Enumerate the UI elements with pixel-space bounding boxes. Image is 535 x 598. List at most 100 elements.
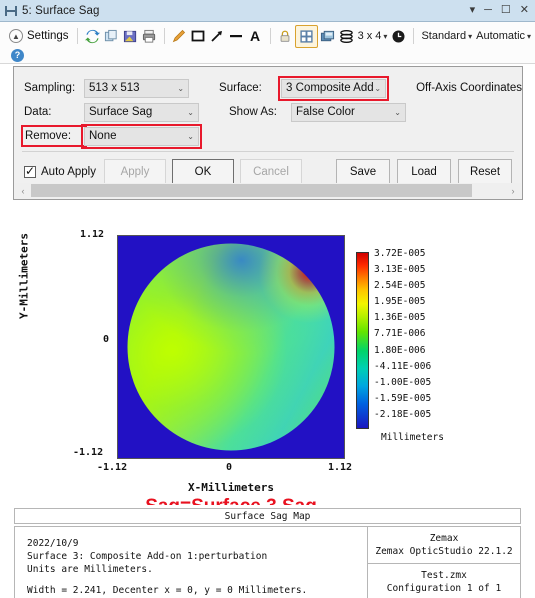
- remove-dropdown[interactable]: None ⌄: [81, 123, 202, 149]
- footer-header-bar: Surface Sag Map: [14, 508, 521, 524]
- colorbar-tick: -1.59E-005: [374, 392, 432, 404]
- show-as-dropdown[interactable]: False Color ⌄: [291, 102, 406, 122]
- sampling-dropdown[interactable]: 513 x 513 ⌄: [84, 78, 190, 98]
- load-button[interactable]: Load: [397, 159, 451, 184]
- ok-button[interactable]: OK: [171, 159, 234, 184]
- chevron-down-icon: ▾: [468, 32, 473, 41]
- chevron-down-icon: ⌄: [374, 83, 382, 93]
- chevron-down-icon: ⌄: [187, 107, 194, 117]
- footer-version: Zemax OpticStudio 22.1.2: [375, 546, 513, 557]
- settings-button-row: Auto Apply Apply OK Cancel Save Load Res…: [24, 159, 512, 184]
- checkbox-box: [24, 164, 36, 178]
- print-icon[interactable]: [140, 27, 159, 46]
- footer-filename: Test.zmx: [421, 570, 467, 581]
- footer-surface-desc: Surface 3: Composite Add-on 1:perturbati…: [27, 551, 268, 562]
- window-controls: ▾ ─ ☐ ✕: [470, 5, 529, 16]
- false-color-map: [117, 235, 345, 459]
- settings-right-buttons: Save Load Reset: [329, 159, 512, 184]
- colorbar-tick: 1.36E-005: [374, 312, 426, 324]
- footer-configuration: Configuration 1 of 1: [386, 583, 502, 594]
- footer-brand: Zemax: [429, 533, 459, 544]
- auto-apply-checkbox[interactable]: Auto Apply: [24, 164, 96, 178]
- auto-apply-label: Auto Apply: [41, 165, 96, 178]
- lock-icon[interactable]: [276, 27, 295, 46]
- close-button[interactable]: ✕: [520, 5, 529, 16]
- arrow-icon[interactable]: [208, 27, 227, 46]
- scroll-right-arrow-icon[interactable]: ›: [505, 186, 521, 196]
- window-title-bar: 5: Surface Sag ▾ ─ ☐ ✕: [0, 0, 535, 22]
- colorbar-tick: 2.54E-005: [374, 280, 426, 292]
- footer-header-text: Surface Sag Map: [224, 510, 311, 522]
- copy-icon[interactable]: [102, 27, 121, 46]
- data-label: Data:: [24, 106, 52, 118]
- data-value: Surface Sag: [89, 106, 153, 118]
- x-axis-label: X-Millimeters: [187, 481, 275, 494]
- dock-pin-icon[interactable]: [4, 4, 18, 18]
- save-button[interactable]: Save: [336, 159, 390, 184]
- x-tick-left: -1.12: [97, 462, 128, 473]
- stack-icon[interactable]: [337, 27, 356, 46]
- settings-row-remove: Remove: None ⌄: [21, 123, 522, 149]
- footer: Surface Sag Map 2022/10/9 Surface 3: Com…: [0, 505, 535, 598]
- svg-text:A: A: [250, 28, 260, 44]
- save-image-icon[interactable]: [121, 27, 140, 46]
- window-menu-caret-icon[interactable]: ▾: [470, 5, 476, 16]
- footer-file-block: Test.zmx Configuration 1 of 1: [368, 564, 520, 595]
- fit-window-button[interactable]: [294, 24, 318, 48]
- standard-label: Standard: [421, 30, 467, 42]
- clock-icon[interactable]: [389, 27, 408, 46]
- footer-info-left: 2022/10/9 Surface 3: Composite Add-on 1:…: [14, 526, 367, 598]
- scroll-left-arrow-icon[interactable]: ‹: [15, 186, 31, 196]
- colorbar-tick: -1.00E-005: [374, 376, 432, 388]
- chevron-up-icon: ▲: [9, 29, 23, 43]
- toolbar-divider: [269, 28, 271, 44]
- colorbar-labels: 3.72E-005 3.13E-005 2.54E-005 1.95E-005 …: [374, 246, 464, 423]
- layers-icon[interactable]: [318, 27, 337, 46]
- help-icon[interactable]: ?: [11, 48, 24, 62]
- settings-horizontal-scrollbar[interactable]: ‹ ›: [15, 183, 521, 198]
- grid-size-selector[interactable]: 3 x 4 ▾: [356, 30, 390, 42]
- automatic-selector[interactable]: Automatic ▾: [474, 30, 533, 42]
- refresh-icon[interactable]: [83, 27, 102, 46]
- settings-label: Settings: [27, 30, 69, 42]
- colorbar: [356, 252, 369, 429]
- standard-selector[interactable]: Standard ▾: [419, 30, 474, 42]
- toolbar: ▲ Settings A 3 x 4 ▾ Standard ▾ Automati…: [0, 22, 535, 64]
- colorbar-tick: 1.95E-005: [374, 296, 426, 308]
- maximize-button[interactable]: ☐: [501, 5, 511, 16]
- line-icon[interactable]: [227, 27, 246, 46]
- text-annotation-icon[interactable]: A: [246, 27, 265, 46]
- cancel-button[interactable]: Cancel: [239, 159, 302, 184]
- footer-info-right: Zemax Zemax OpticStudio 22.1.2 Test.zmx …: [367, 526, 521, 598]
- remove-label: Remove:: [21, 125, 87, 147]
- settings-row-sampling: Sampling: 513 x 513 ⌄ Surface: 3 Composi…: [24, 75, 522, 101]
- colorbar-tick: 7.71E-006: [374, 328, 426, 340]
- minimize-button[interactable]: ─: [484, 5, 492, 16]
- scrollbar-track[interactable]: [31, 184, 505, 197]
- sag-disc: [127, 243, 335, 451]
- chevron-down-icon: ⌄: [394, 107, 401, 117]
- data-dropdown[interactable]: Surface Sag ⌄: [84, 102, 199, 122]
- reset-button[interactable]: Reset: [458, 159, 512, 184]
- footer-brand-block: Zemax Zemax OpticStudio 22.1.2: [368, 527, 520, 564]
- footer-date: 2022/10/9: [27, 538, 79, 549]
- settings-button[interactable]: ▲ Settings: [6, 29, 72, 43]
- colorbar-tick: 3.72E-005: [374, 248, 426, 259]
- x-tick-mid: 0: [226, 462, 233, 473]
- surface-dropdown[interactable]: 3 Composite Add ⌄: [278, 75, 390, 101]
- x-tick-right: 1.12: [328, 462, 353, 473]
- toolbar-divider: [413, 28, 415, 44]
- pencil-icon[interactable]: [170, 27, 189, 46]
- colorbar-tick: 3.13E-005: [374, 264, 426, 276]
- sampling-value: 513 x 513: [89, 82, 140, 94]
- window-title: 5: Surface Sag: [22, 4, 100, 17]
- scrollbar-thumb[interactable]: [31, 184, 472, 197]
- toolbar-divider: [163, 28, 165, 44]
- footer-width-decenter: Width = 2.241, Decenter x = 0, y = 0 Mil…: [27, 585, 308, 596]
- rectangle-icon[interactable]: [189, 27, 208, 46]
- apply-button[interactable]: Apply: [103, 159, 166, 184]
- chevron-down-icon: ⌄: [177, 83, 185, 93]
- show-as-label: Show As:: [229, 106, 277, 118]
- y-tick-top: 1.12: [80, 229, 105, 240]
- chevron-down-icon: ▾: [527, 32, 532, 41]
